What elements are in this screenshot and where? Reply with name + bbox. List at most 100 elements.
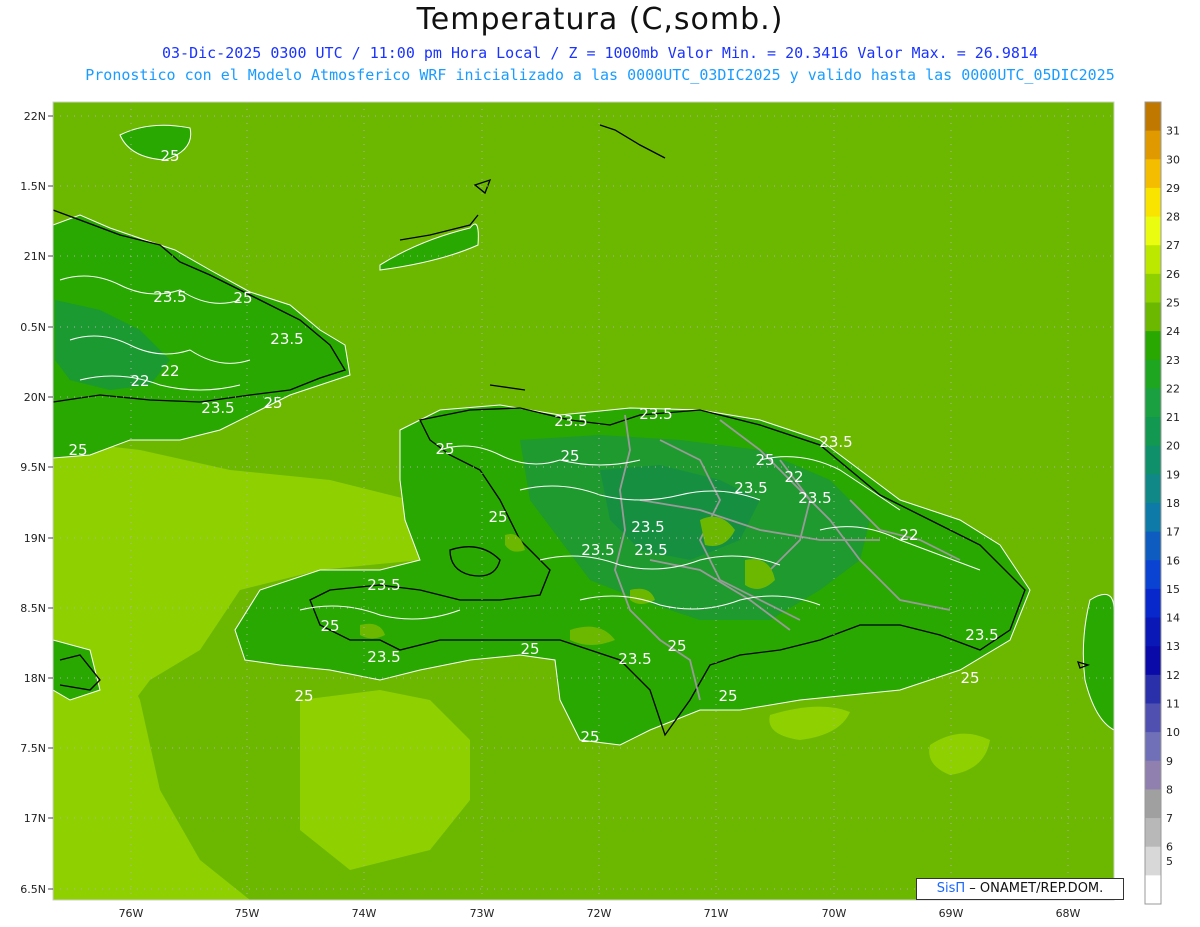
contour-value-label: 23.5 xyxy=(270,330,303,348)
colorbar-label: 5 xyxy=(1166,855,1173,868)
contour-value-label: 25 xyxy=(560,447,579,465)
colorbar-label: 27 xyxy=(1166,239,1180,252)
contour-value-label: 23.5 xyxy=(581,541,614,559)
contour-value-label: 25 xyxy=(68,441,87,459)
lon-tick-label: 75W xyxy=(235,907,260,920)
colorbar-label: 6 xyxy=(1166,841,1173,854)
contour-value-label: 23.5 xyxy=(153,288,186,306)
contour-value-label: 23.5 xyxy=(634,541,667,559)
colorbar-swatch xyxy=(1145,102,1161,132)
temperature-map: 22N 1.5N 21N 0.5N 20N 9.5N 19N 8.5N 18N 7.5N 17N 6.… xyxy=(20,101,1180,920)
colorbar-swatch xyxy=(1145,531,1161,561)
colorbar-label: 25 xyxy=(1166,297,1180,310)
colorbar-swatch xyxy=(1145,732,1161,762)
colorbar-swatch xyxy=(1145,417,1161,447)
colorbar-swatch xyxy=(1145,646,1161,676)
lat-tick-label: 8.5N xyxy=(20,602,46,615)
credit-text: – ONAMET/REP.DOM. xyxy=(965,881,1104,896)
colorbar-label: 30 xyxy=(1166,153,1180,166)
colorbar-label: 9 xyxy=(1166,755,1173,768)
contour-value-label: 25 xyxy=(580,728,599,746)
contour-value-label: 23.5 xyxy=(554,412,587,430)
colorbar-swatch xyxy=(1145,187,1161,218)
lon-tick-label: 69W xyxy=(939,907,964,920)
contour-value-label: 25 xyxy=(160,147,179,165)
colorbar-swatch xyxy=(1145,875,1161,905)
colorbar-swatch xyxy=(1145,359,1161,389)
colorbar-label: 14 xyxy=(1166,612,1180,625)
contour-value-label: 25 xyxy=(294,687,313,705)
colorbar-label: 11 xyxy=(1166,698,1180,711)
colorbar-swatch xyxy=(1145,216,1161,246)
lat-tick-label: 1.5N xyxy=(20,180,46,193)
colorbar-label: 15 xyxy=(1166,583,1180,596)
colorbar-swatch xyxy=(1145,588,1161,619)
colorbar-label: 8 xyxy=(1166,783,1173,796)
lon-tick-label: 76W xyxy=(119,907,144,920)
colorbar-swatch xyxy=(1145,846,1161,876)
colorbar-swatch xyxy=(1145,760,1161,790)
colorbar-label: 29 xyxy=(1166,182,1180,195)
colorbar-label: 13 xyxy=(1166,640,1180,653)
contour-value-label: 25 xyxy=(488,508,507,526)
contour-value-label: 23.5 xyxy=(734,479,767,497)
lat-tick-label: 22N xyxy=(24,110,46,123)
colorbar-label: 18 xyxy=(1166,497,1180,510)
colorbar-swatch xyxy=(1145,474,1161,504)
contour-value-label: 25 xyxy=(435,440,454,458)
contour-value-label: 25 xyxy=(233,289,252,307)
contour-value-label: 23.5 xyxy=(367,648,400,666)
colorbar-swatch xyxy=(1145,302,1161,332)
colorbar-label: 26 xyxy=(1166,268,1180,281)
credit-brand: SisΠ xyxy=(936,881,966,896)
colorbar-label: 21 xyxy=(1166,411,1180,424)
colorbar-swatch xyxy=(1145,674,1161,704)
lat-tick-label: 19N xyxy=(24,532,46,545)
longitude-labels: 76W 75W 74W 73W 72W 71W 70W 69W 68W xyxy=(119,907,1081,920)
contour-value-label: 23.5 xyxy=(631,518,664,536)
lat-tick-label: 0.5N xyxy=(20,321,46,334)
credit-box: SisΠ – ONAMET/REP.DOM. xyxy=(916,878,1124,900)
colorbar-swatch xyxy=(1145,245,1161,275)
lon-tick-label: 71W xyxy=(704,907,729,920)
contour-value-label: 22 xyxy=(899,526,918,544)
contour-value-label: 23.5 xyxy=(819,433,852,451)
lat-tick-label: 7.5N xyxy=(20,742,46,755)
colorbar-label: 19 xyxy=(1166,468,1180,481)
contour-value-label: 25 xyxy=(667,637,686,655)
contour-value-label: 23.5 xyxy=(618,650,651,668)
contour-value-label: 23.5 xyxy=(639,405,672,423)
lon-tick-label: 70W xyxy=(822,907,847,920)
contour-value-label: 22 xyxy=(130,372,149,390)
lon-tick-label: 72W xyxy=(587,907,612,920)
colorbar-swatch xyxy=(1145,789,1161,819)
contour-value-label: 25 xyxy=(960,669,979,687)
colorbar-label: 10 xyxy=(1166,726,1180,739)
colorbar-label: 22 xyxy=(1166,382,1180,395)
colorbar: 31 30 29 28 27 26 25 24 23 22 21 20 19 18 17 16 15 14 13 12… xyxy=(1144,101,1180,905)
contour-value-label: 25 xyxy=(520,640,539,658)
contour-value-label: 23.5 xyxy=(201,399,234,417)
contour-value-label: 23.5 xyxy=(965,626,998,644)
colorbar-label: 16 xyxy=(1166,554,1180,567)
lon-tick-label: 68W xyxy=(1056,907,1081,920)
colorbar-label: 20 xyxy=(1166,440,1180,453)
colorbar-swatch xyxy=(1145,560,1161,590)
colorbar-swatch xyxy=(1145,818,1161,848)
colorbar-swatch xyxy=(1145,503,1161,533)
lon-tick-label: 74W xyxy=(352,907,377,920)
colorbar-swatch xyxy=(1145,703,1161,733)
contour-value-label: 25 xyxy=(320,617,339,635)
contour-value-label: 23.5 xyxy=(798,489,831,507)
contour-value-label: 25 xyxy=(263,394,282,412)
colorbar-swatch xyxy=(1145,159,1161,189)
colorbar-swatch xyxy=(1145,331,1161,361)
colorbar-label: 24 xyxy=(1166,325,1180,338)
colorbar-label: 31 xyxy=(1166,125,1180,138)
contour-value-label: 22 xyxy=(160,362,179,380)
lat-tick-label: 6.5N xyxy=(20,883,46,896)
contour-value-label: 25 xyxy=(755,451,774,469)
colorbar-swatch xyxy=(1145,388,1161,418)
colorbar-swatch xyxy=(1145,617,1161,647)
lat-tick-label: 18N xyxy=(24,672,46,685)
